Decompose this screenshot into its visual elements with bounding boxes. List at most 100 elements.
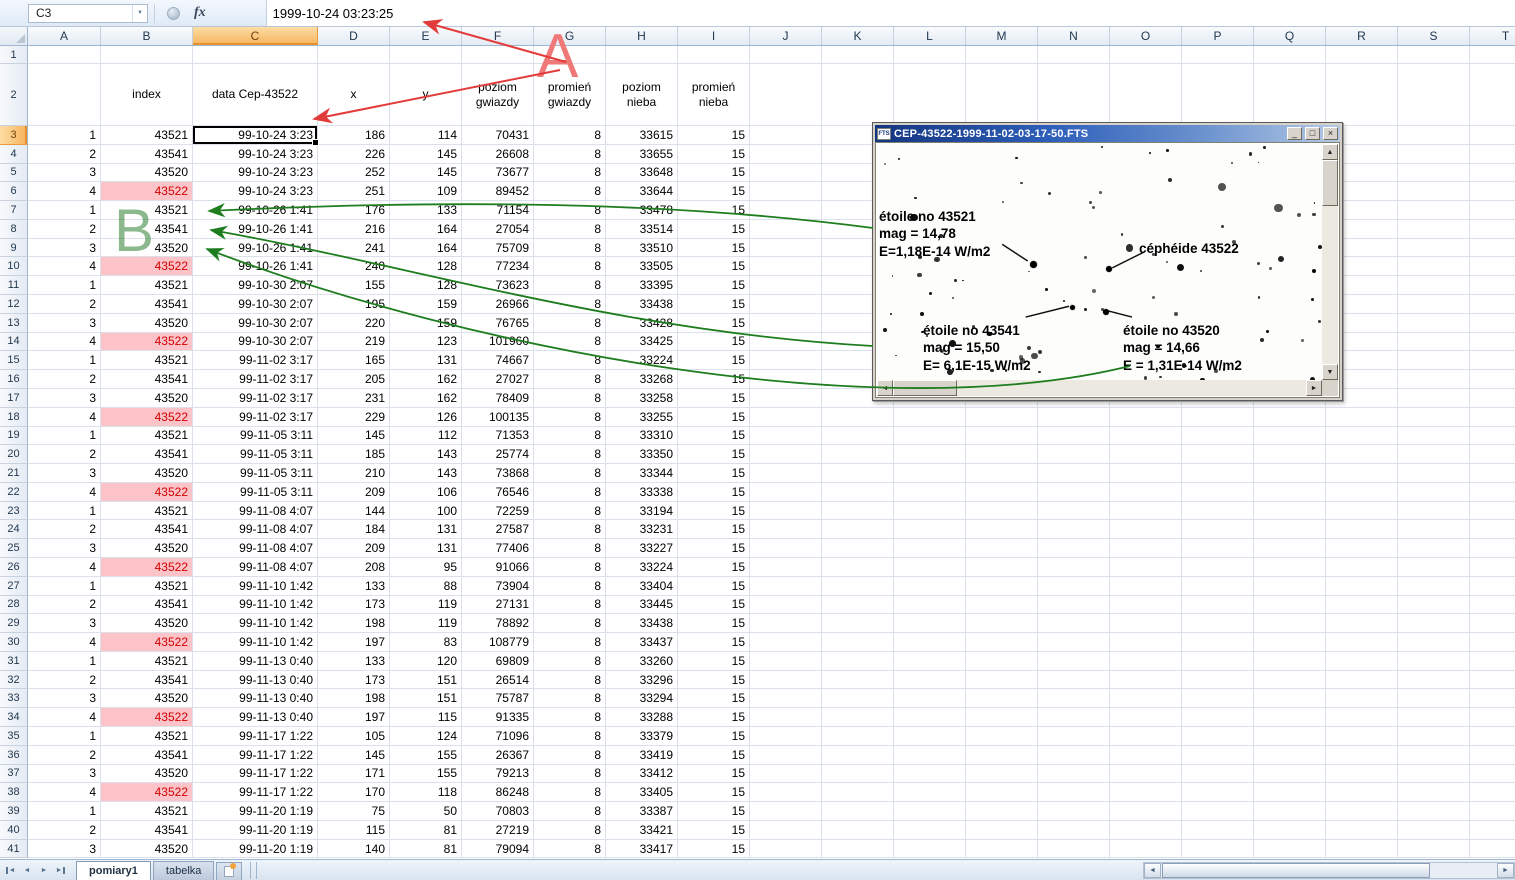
cell-C2[interactable]: data Cep-43522 [193, 64, 318, 126]
formula-input[interactable]: 1999-10-24 03:23:25 [266, 0, 1515, 26]
cell-M36[interactable] [966, 746, 1038, 765]
cell-H23[interactable]: 33194 [606, 502, 678, 521]
cell-S14[interactable] [1398, 333, 1470, 352]
cell-A34[interactable]: 4 [28, 708, 101, 727]
cell-Q40[interactable] [1254, 821, 1326, 840]
cell-D3[interactable]: 186 [318, 126, 390, 145]
cell-G3[interactable]: 8 [534, 126, 606, 145]
cell-D22[interactable]: 209 [318, 483, 390, 502]
cell-F40[interactable]: 27219 [462, 821, 534, 840]
cell-E15[interactable]: 131 [390, 351, 462, 370]
cell-B36[interactable]: 43541 [101, 746, 193, 765]
row-header-2[interactable]: 2 [0, 64, 28, 126]
cell-K21[interactable] [822, 464, 894, 483]
column-header-C[interactable]: C [193, 27, 318, 45]
cell-A41[interactable]: 3 [28, 840, 101, 859]
cell-E40[interactable]: 81 [390, 821, 462, 840]
cell-R26[interactable] [1326, 558, 1398, 577]
cell-H4[interactable]: 33655 [606, 145, 678, 164]
cell-F24[interactable]: 27587 [462, 520, 534, 539]
cell-H3[interactable]: 33615 [606, 126, 678, 145]
cell-I20[interactable]: 15 [678, 445, 750, 464]
cell-M21[interactable] [966, 464, 1038, 483]
cell-J40[interactable] [750, 821, 822, 840]
cell-B23[interactable]: 43521 [101, 502, 193, 521]
cell-M24[interactable] [966, 520, 1038, 539]
cell-S13[interactable] [1398, 314, 1470, 333]
cell-J9[interactable] [750, 239, 822, 258]
cell-F15[interactable]: 74667 [462, 351, 534, 370]
cell-A15[interactable]: 1 [28, 351, 101, 370]
cell-T14[interactable] [1470, 333, 1515, 352]
cell-O29[interactable] [1110, 614, 1182, 633]
row-header-1[interactable]: 1 [0, 46, 28, 64]
row-header-31[interactable]: 31 [0, 652, 28, 671]
cell-C33[interactable]: 99-11-13 0:40 [193, 689, 318, 708]
cell-P19[interactable] [1182, 427, 1254, 446]
cell-G31[interactable]: 8 [534, 652, 606, 671]
row-header-38[interactable]: 38 [0, 783, 28, 802]
cell-Q22[interactable] [1254, 483, 1326, 502]
row-header-12[interactable]: 12 [0, 295, 28, 314]
cell-A31[interactable]: 1 [28, 652, 101, 671]
cell-F6[interactable]: 89452 [462, 182, 534, 201]
fts-vertical-scrollbar[interactable]: ▲ ▼ [1322, 144, 1338, 380]
cell-A28[interactable]: 2 [28, 596, 101, 615]
cell-A17[interactable]: 3 [28, 389, 101, 408]
cell-I26[interactable]: 15 [678, 558, 750, 577]
row-header-4[interactable]: 4 [0, 145, 28, 164]
column-header-H[interactable]: H [606, 27, 678, 45]
cell-C40[interactable]: 99-11-20 1:19 [193, 821, 318, 840]
cell-J25[interactable] [750, 539, 822, 558]
row-header-10[interactable]: 10 [0, 257, 28, 276]
cell-K2[interactable] [822, 64, 894, 126]
cell-O40[interactable] [1110, 821, 1182, 840]
cell-D16[interactable]: 205 [318, 370, 390, 389]
cell-M20[interactable] [966, 445, 1038, 464]
cell-C41[interactable]: 99-11-20 1:19 [193, 840, 318, 859]
cell-C29[interactable]: 99-11-10 1:42 [193, 614, 318, 633]
column-header-K[interactable]: K [822, 27, 894, 45]
cell-J26[interactable] [750, 558, 822, 577]
cell-T19[interactable] [1470, 427, 1515, 446]
cell-A33[interactable]: 3 [28, 689, 101, 708]
cell-P29[interactable] [1182, 614, 1254, 633]
cell-F26[interactable]: 91066 [462, 558, 534, 577]
cell-Q31[interactable] [1254, 652, 1326, 671]
cell-H5[interactable]: 33648 [606, 164, 678, 183]
cell-C11[interactable]: 99-10-30 2:07 [193, 276, 318, 295]
cell-E5[interactable]: 145 [390, 164, 462, 183]
cell-O24[interactable] [1110, 520, 1182, 539]
cell-H41[interactable]: 33417 [606, 840, 678, 859]
cell-H29[interactable]: 33438 [606, 614, 678, 633]
cell-P35[interactable] [1182, 727, 1254, 746]
cell-L1[interactable] [894, 46, 966, 64]
cell-K32[interactable] [822, 671, 894, 690]
cell-M34[interactable] [966, 708, 1038, 727]
cell-F27[interactable]: 73904 [462, 577, 534, 596]
cell-T18[interactable] [1470, 408, 1515, 427]
cell-A3[interactable]: 1 [28, 126, 101, 145]
cell-Q24[interactable] [1254, 520, 1326, 539]
cell-M22[interactable] [966, 483, 1038, 502]
cell-I22[interactable]: 15 [678, 483, 750, 502]
row-header-23[interactable]: 23 [0, 502, 28, 521]
cell-F29[interactable]: 78892 [462, 614, 534, 633]
cell-H30[interactable]: 33437 [606, 633, 678, 652]
cell-O21[interactable] [1110, 464, 1182, 483]
cell-I19[interactable]: 15 [678, 427, 750, 446]
cell-T41[interactable] [1470, 840, 1515, 859]
cell-G23[interactable]: 8 [534, 502, 606, 521]
cell-I23[interactable]: 15 [678, 502, 750, 521]
sheet-tab-pomiary1[interactable]: pomiary1 [76, 861, 151, 880]
cell-L36[interactable] [894, 746, 966, 765]
cell-H24[interactable]: 33231 [606, 520, 678, 539]
cell-J14[interactable] [750, 333, 822, 352]
cell-F8[interactable]: 27054 [462, 220, 534, 239]
cell-I38[interactable]: 15 [678, 783, 750, 802]
cell-A35[interactable]: 1 [28, 727, 101, 746]
cell-F3[interactable]: 70431 [462, 126, 534, 145]
cell-S39[interactable] [1398, 802, 1470, 821]
cell-C3[interactable]: 99-10-24 3:23 [193, 126, 318, 145]
cell-I36[interactable]: 15 [678, 746, 750, 765]
